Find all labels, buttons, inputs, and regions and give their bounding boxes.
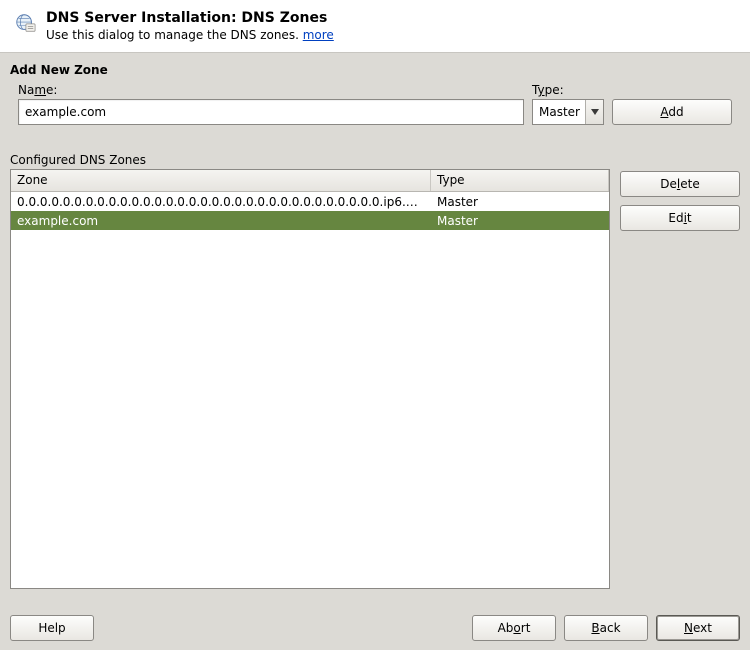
configured-zones-section: Configured DNS Zones Zone Type 0.0.0.0.0… [10,153,740,589]
subtitle-text: Use this dialog to manage the DNS zones. [46,28,303,42]
back-button[interactable]: Back [564,615,648,641]
name-input[interactable] [18,99,524,125]
delete-button[interactable]: Delete [620,171,740,197]
name-label: Name: [18,83,524,97]
zones-table-header: Zone Type [11,170,609,192]
dialog-footer: Help Abort Back Next [0,606,750,650]
cell-type: Master [431,195,609,209]
add-zone-row: Name: Type: Master Add [10,83,740,125]
chevron-down-icon [585,100,603,124]
type-select[interactable]: Master [532,99,604,125]
dialog-header: DNS Server Installation: DNS Zones Use t… [0,0,750,53]
dns-config-icon [14,12,36,34]
table-row[interactable]: 0.0.0.0.0.0.0.0.0.0.0.0.0.0.0.0.0.0.0.0.… [11,192,609,211]
table-row[interactable]: example.comMaster [11,211,609,230]
dialog-body: Add New Zone Name: Type: Master Add Conf… [0,53,750,589]
add-button[interactable]: Add [612,99,732,125]
page-title: DNS Server Installation: DNS Zones [46,10,736,26]
type-label: Type: [532,83,604,97]
zones-table-body: 0.0.0.0.0.0.0.0.0.0.0.0.0.0.0.0.0.0.0.0.… [11,192,609,588]
configured-zones-label: Configured DNS Zones [10,153,610,167]
type-select-value: Master [539,105,585,119]
page-subtitle: Use this dialog to manage the DNS zones.… [46,28,736,42]
cell-zone: 0.0.0.0.0.0.0.0.0.0.0.0.0.0.0.0.0.0.0.0.… [11,195,431,209]
zones-table[interactable]: Zone Type 0.0.0.0.0.0.0.0.0.0.0.0.0.0.0.… [10,169,610,589]
cell-type: Master [431,214,609,228]
cell-zone: example.com [11,214,431,228]
col-type-header[interactable]: Type [431,170,609,191]
more-link[interactable]: more [303,28,334,42]
next-button[interactable]: Next [656,615,740,641]
edit-button[interactable]: Edit [620,205,740,231]
col-zone-header[interactable]: Zone [11,170,431,191]
help-button[interactable]: Help [10,615,94,641]
abort-button[interactable]: Abort [472,615,556,641]
add-zone-heading: Add New Zone [10,63,740,77]
